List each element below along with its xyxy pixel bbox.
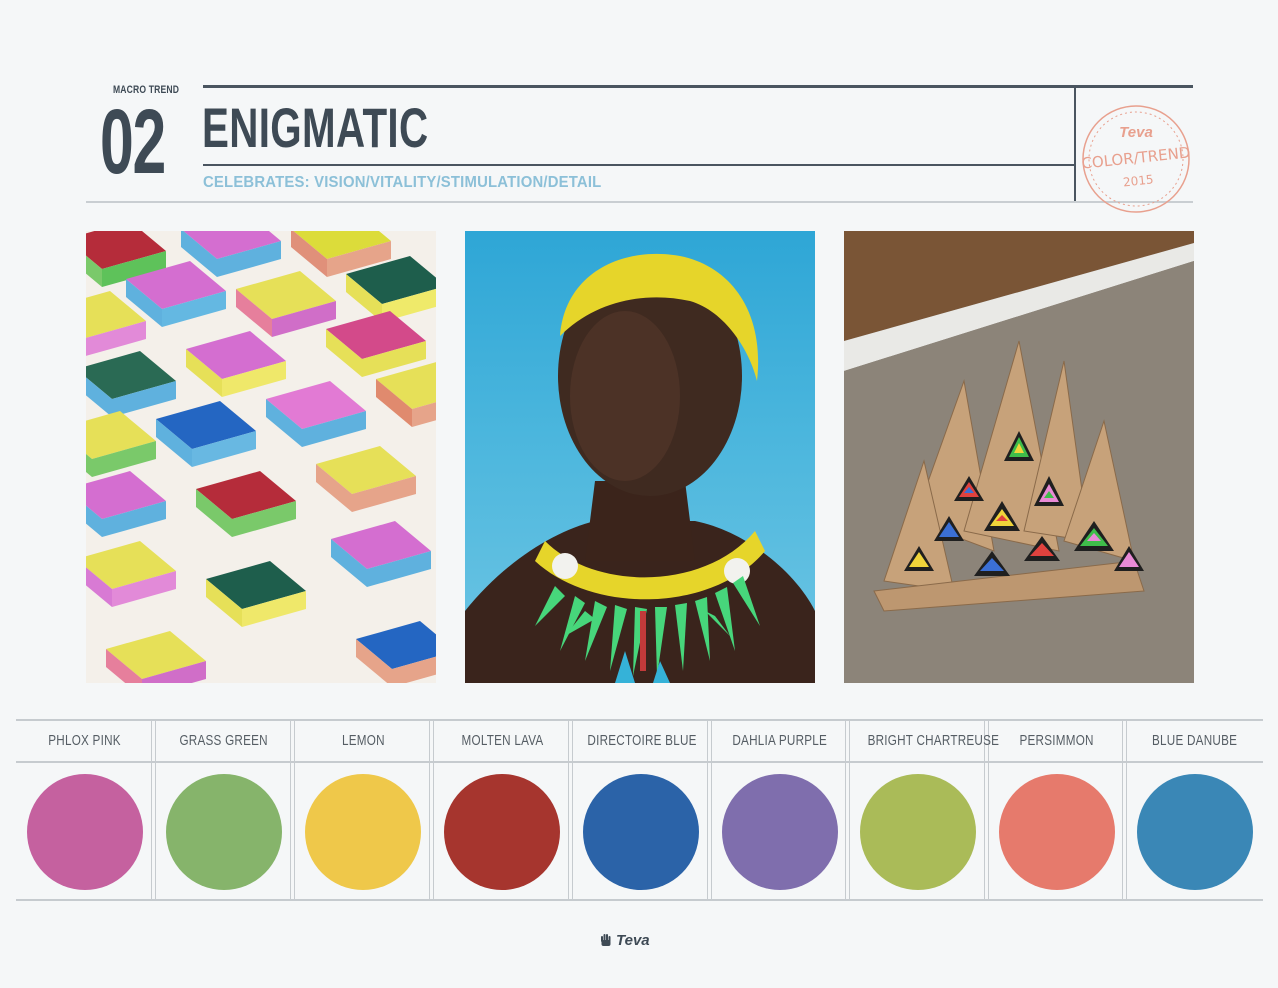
swatch-dahlia-purple: DAHLIA PURPLE (711, 719, 848, 901)
trend-title: ENIGMATIC (202, 96, 429, 159)
header-middle-rule (203, 164, 1076, 166)
color-trend-stamp: Teva COLOR/TREND 2015 (1078, 103, 1194, 215)
swatch-grass-green: GRASS GREEN (155, 719, 293, 901)
trend-subtitle: CELEBRATES: VISION/VITALITY/STIMULATION/… (203, 174, 602, 191)
swatch-label: BLUE DANUBE (1151, 732, 1238, 749)
wood-sculpture-photo (844, 231, 1194, 683)
stamp-brand: Teva (1119, 124, 1153, 141)
swatch-circle (721, 774, 838, 890)
swatch-circle (305, 774, 421, 890)
swatch-circle (1136, 774, 1253, 890)
footer-brand: Teva (616, 932, 650, 949)
color-palette-table: PHLOX PINK GRASS GREEN LEMON MOLTEN LAVA… (16, 719, 1263, 901)
swatch-circle (998, 774, 1115, 890)
hand-icon (601, 934, 611, 946)
trend-number: 02 (100, 91, 166, 193)
portrait-photo (465, 231, 815, 683)
header-vertical-rule (1074, 85, 1076, 203)
swatch-label: PHLOX PINK (48, 732, 122, 749)
swatch-label: BRIGHT CHARTREUSE (867, 732, 1000, 749)
swatch-directoire-blue: DIRECTOIRE BLUE (572, 719, 710, 901)
swatch-circle (444, 774, 560, 890)
sponges-photo (86, 231, 436, 683)
swatch-circle (583, 774, 699, 890)
swatch-circle (27, 774, 143, 890)
swatch-label: DAHLIA PURPLE (732, 732, 827, 749)
swatch-circle (166, 774, 282, 890)
teva-footer-logo: Teva (598, 930, 670, 950)
swatch-label: DIRECTOIRE BLUE (587, 732, 697, 749)
swatch-blue-danube: BLUE DANUBE (1126, 719, 1263, 901)
swatch-circle (860, 774, 976, 890)
swatch-label: GRASS GREEN (179, 732, 269, 749)
swatch-persimmon: PERSIMMON (988, 719, 1125, 901)
header-top-rule (203, 85, 1193, 88)
swatch-lemon: LEMON (294, 719, 432, 901)
stamp-year: 2015 (1122, 172, 1154, 189)
swatch-phlox-pink: PHLOX PINK (16, 719, 154, 901)
swatch-label: MOLTEN LAVA (461, 732, 543, 749)
swatch-label: PERSIMMON (1019, 732, 1094, 749)
swatch-bright-chartreuse: BRIGHT CHARTREUSE (849, 719, 999, 901)
stamp-title: COLOR/TREND (1081, 143, 1192, 172)
swatch-molten-lava: MOLTEN LAVA (433, 719, 571, 901)
swatch-label: LEMON (341, 732, 385, 749)
header-bottom-rule (86, 201, 1193, 203)
